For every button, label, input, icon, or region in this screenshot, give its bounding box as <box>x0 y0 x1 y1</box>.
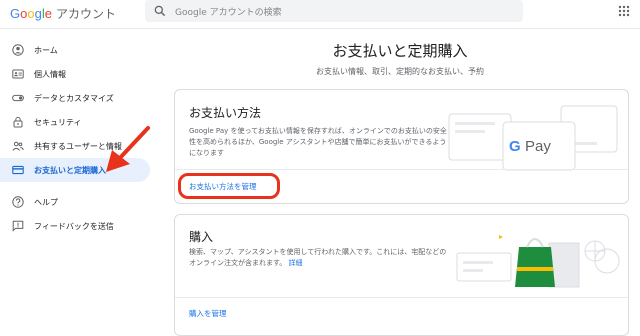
logo-letter: G <box>10 6 21 21</box>
account-label: アカウント <box>55 7 116 21</box>
sidebar-item-label: お支払いと定期購入 <box>34 165 106 175</box>
sidebar-item-label: ホーム <box>34 45 58 55</box>
card-divider <box>175 169 628 170</box>
sidebar-item-data-personalization[interactable]: データとカスタマイズ <box>0 86 150 110</box>
sidebar-item-label: 個人情報 <box>34 69 66 79</box>
sidebar-item-label: セキュリティ <box>34 117 82 127</box>
purchases-card: 購入 検索、マップ、アシスタントを使用して行われた購入です。これには、宅配などの… <box>174 214 629 336</box>
search-icon <box>154 5 166 17</box>
manage-purchases-link[interactable]: 購入を管理 <box>189 308 227 319</box>
id-card-icon <box>12 69 24 79</box>
annotation-arrow <box>106 126 150 172</box>
sidebar-item-home[interactable]: ホーム <box>0 38 150 62</box>
help-circle-icon <box>12 196 24 208</box>
logo-letter: o <box>27 6 35 21</box>
gpay-label: Pay <box>525 138 551 155</box>
people-icon <box>12 141 24 151</box>
sidebar-item-label: フィードバックを送信 <box>34 221 114 231</box>
card-title: お支払い方法 <box>189 106 262 120</box>
apps-grid-icon[interactable] <box>618 5 630 17</box>
toggle-icon <box>12 94 24 102</box>
person-circle-icon <box>12 44 24 56</box>
svg-text:G: G <box>509 138 521 155</box>
logo-letter: g <box>34 6 42 21</box>
sidebar-item-label: データとカスタマイズ <box>34 93 114 103</box>
card-description: 検索、マップ、アシスタントを使用して行われた購入です。これには、宅配などのオンラ… <box>189 247 447 269</box>
search-placeholder: Google アカウントの検索 <box>175 8 282 18</box>
feedback-icon <box>12 220 24 232</box>
details-link[interactable]: 詳細 <box>289 259 303 267</box>
logo-letter: e <box>44 6 52 21</box>
purchases-description-text: 検索、マップ、アシスタントを使用して行われた購入です。これには、宅配などのオンラ… <box>189 248 447 267</box>
lock-icon <box>13 116 23 128</box>
google-account-logo[interactable]: Google アカウント <box>10 5 116 22</box>
sidebar-item-label: ヘルプ <box>34 197 58 207</box>
sidebar-item-help[interactable]: ヘルプ <box>0 190 150 214</box>
annotation-highlight-box <box>178 173 280 199</box>
card-title: 購入 <box>189 230 214 244</box>
google-pay-illustration: G Pay <box>448 105 618 171</box>
card-description: Google Pay を使ってお支払い情報を保存すれば、オンラインでのお支払いの… <box>189 127 447 157</box>
sidebar-item-personal-info[interactable]: 個人情報 <box>0 62 150 86</box>
page-title: お支払いと定期購入 <box>332 42 468 60</box>
credit-card-icon <box>12 165 24 175</box>
top-bar: Google アカウント Google アカウントの検索 <box>0 0 640 29</box>
sidebar-item-send-feedback[interactable]: フィードバックを送信 <box>0 214 150 238</box>
search-input[interactable]: Google アカウントの検索 <box>145 0 523 22</box>
card-divider <box>175 297 628 298</box>
page-subtitle: お支払い情報、取引、定期的なお支払い、予約 <box>316 67 484 76</box>
shopping-bag-illustration <box>456 235 620 288</box>
